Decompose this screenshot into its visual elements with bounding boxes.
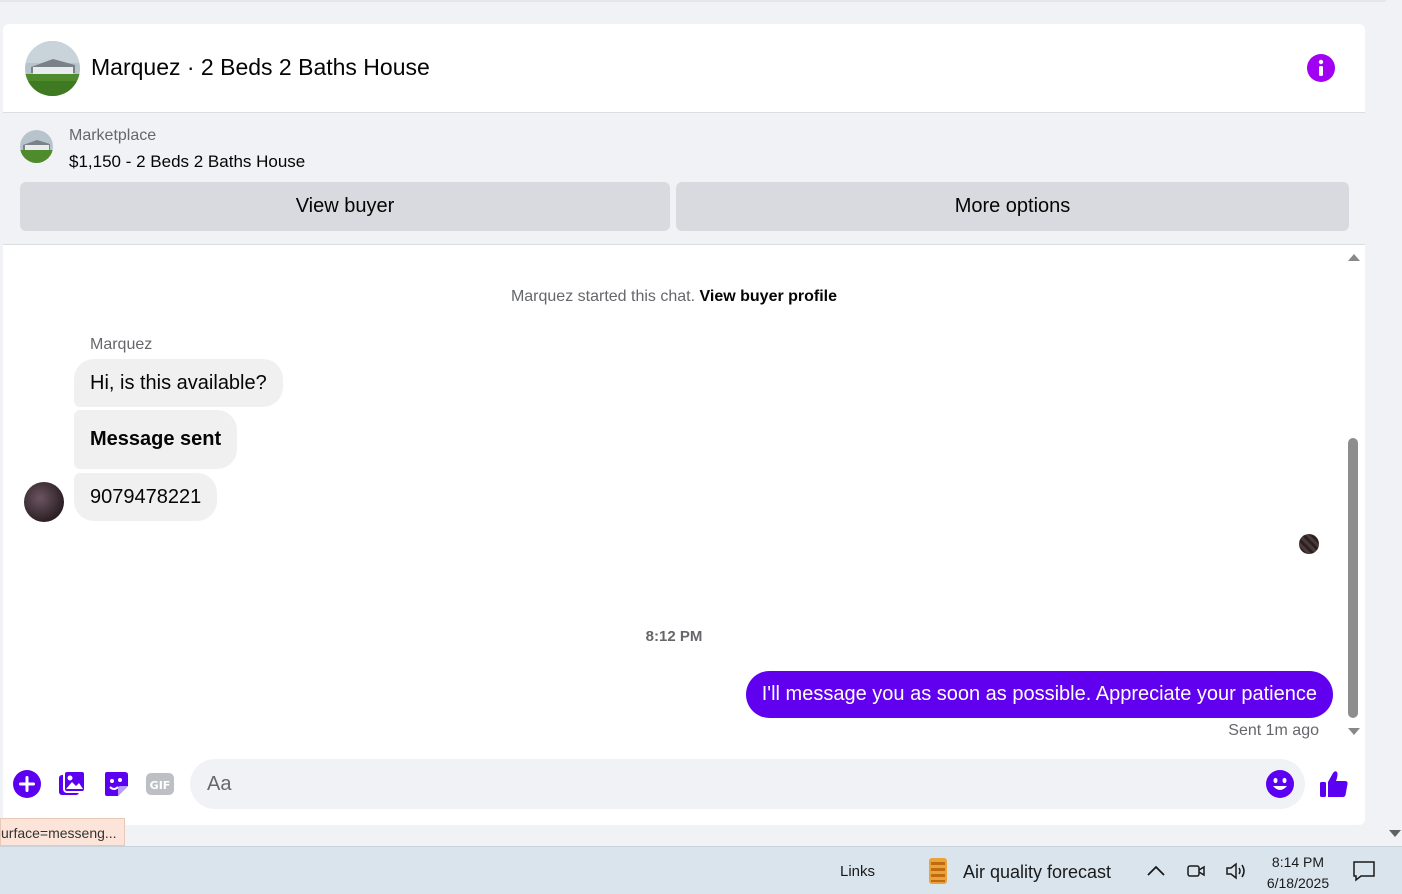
view-buyer-profile-link[interactable]: View buyer profile <box>700 288 838 305</box>
sticker-button[interactable] <box>101 769 131 799</box>
message-scrollbar[interactable] <box>1345 252 1361 742</box>
gif-icon: GIF <box>146 773 174 795</box>
volume-icon[interactable] <box>1225 860 1247 882</box>
plus-circle-icon <box>13 770 41 798</box>
scroll-thumb[interactable] <box>1348 438 1358 718</box>
info-button[interactable] <box>1307 54 1335 82</box>
show-hidden-icons-chevron-up-icon[interactable] <box>1145 860 1167 882</box>
message-composer: GIF <box>3 758 1365 810</box>
more-options-button[interactable]: More options <box>676 182 1349 231</box>
gif-button[interactable]: GIF <box>145 769 175 799</box>
page-scroll-down-arrow-icon[interactable] <box>1389 830 1401 837</box>
thumbs-up-icon <box>1320 771 1348 797</box>
meet-camera-icon[interactable] <box>1185 860 1207 882</box>
top-strip <box>0 0 1386 24</box>
info-icon <box>1318 59 1324 76</box>
taskbar-clock[interactable]: 8:14 PM 6/18/2025 <box>1262 852 1334 894</box>
add-attachment-button[interactable] <box>12 769 42 799</box>
sent-status: Sent 1m ago <box>1228 722 1319 739</box>
sticker-icon <box>105 772 128 796</box>
incoming-message[interactable]: Message sent <box>74 410 238 469</box>
taskbar-time: 8:14 PM <box>1271 854 1325 870</box>
air-quality-icon[interactable] <box>925 856 951 886</box>
like-button[interactable] <box>1319 769 1349 799</box>
listing-avatar[interactable] <box>25 41 80 96</box>
scroll-up-arrow-icon[interactable] <box>1348 254 1360 261</box>
incoming-message[interactable]: Hi, is this available? <box>74 359 283 407</box>
chat-started-notice: Marquez started this chat. View buyer pr… <box>3 288 1345 306</box>
listing-thumbnail[interactable] <box>20 130 53 163</box>
scroll-down-arrow-icon[interactable] <box>1348 728 1360 735</box>
photo-gallery-icon <box>59 770 86 795</box>
sender-avatar[interactable] <box>24 482 64 522</box>
link-status-url: urface=messeng... <box>0 818 125 846</box>
chat-title: Marquez · 2 Beds 2 Baths House <box>91 54 430 80</box>
listing-title[interactable]: $1,150 - 2 Beds 2 Baths House <box>69 152 305 172</box>
view-buyer-button[interactable]: View buyer <box>20 182 670 231</box>
read-receipt-avatar <box>1299 534 1319 554</box>
message-input[interactable] <box>190 759 1305 809</box>
attach-photo-button[interactable] <box>57 769 87 799</box>
air-quality-forecast[interactable]: Air quality forecast <box>963 862 1111 883</box>
sender-name: Marquez <box>90 336 153 353</box>
listing-source: Marketplace <box>69 127 157 144</box>
chat-header: Marquez · 2 Beds 2 Baths House <box>3 24 1365 113</box>
smiley-icon <box>1266 770 1294 798</box>
windows-taskbar: Links Air quality forecast 8:14 PM 6/18/… <box>0 846 1402 894</box>
message-timestamp: 8:12 PM <box>645 628 703 645</box>
taskbar-date: 6/18/2025 <box>1266 875 1330 891</box>
outgoing-message[interactable]: I'll message you as soon as possible. Ap… <box>745 671 1333 718</box>
notification-center-icon[interactable] <box>1352 860 1376 882</box>
svg-text:GIF: GIF <box>150 779 171 792</box>
taskbar-links[interactable]: Links <box>840 863 875 880</box>
message-thread: Marquez started this chat. View buyer pr… <box>3 246 1365 746</box>
emoji-button[interactable] <box>1265 769 1295 799</box>
incoming-message[interactable]: 9079478221 <box>74 473 218 521</box>
marketplace-listing: Marketplace $1,150 - 2 Beds 2 Baths Hous… <box>3 113 1365 245</box>
chat-window: Marquez · 2 Beds 2 Baths House Marketpla… <box>3 24 1365 825</box>
chat-started-text: Marquez started this chat. <box>510 288 696 305</box>
